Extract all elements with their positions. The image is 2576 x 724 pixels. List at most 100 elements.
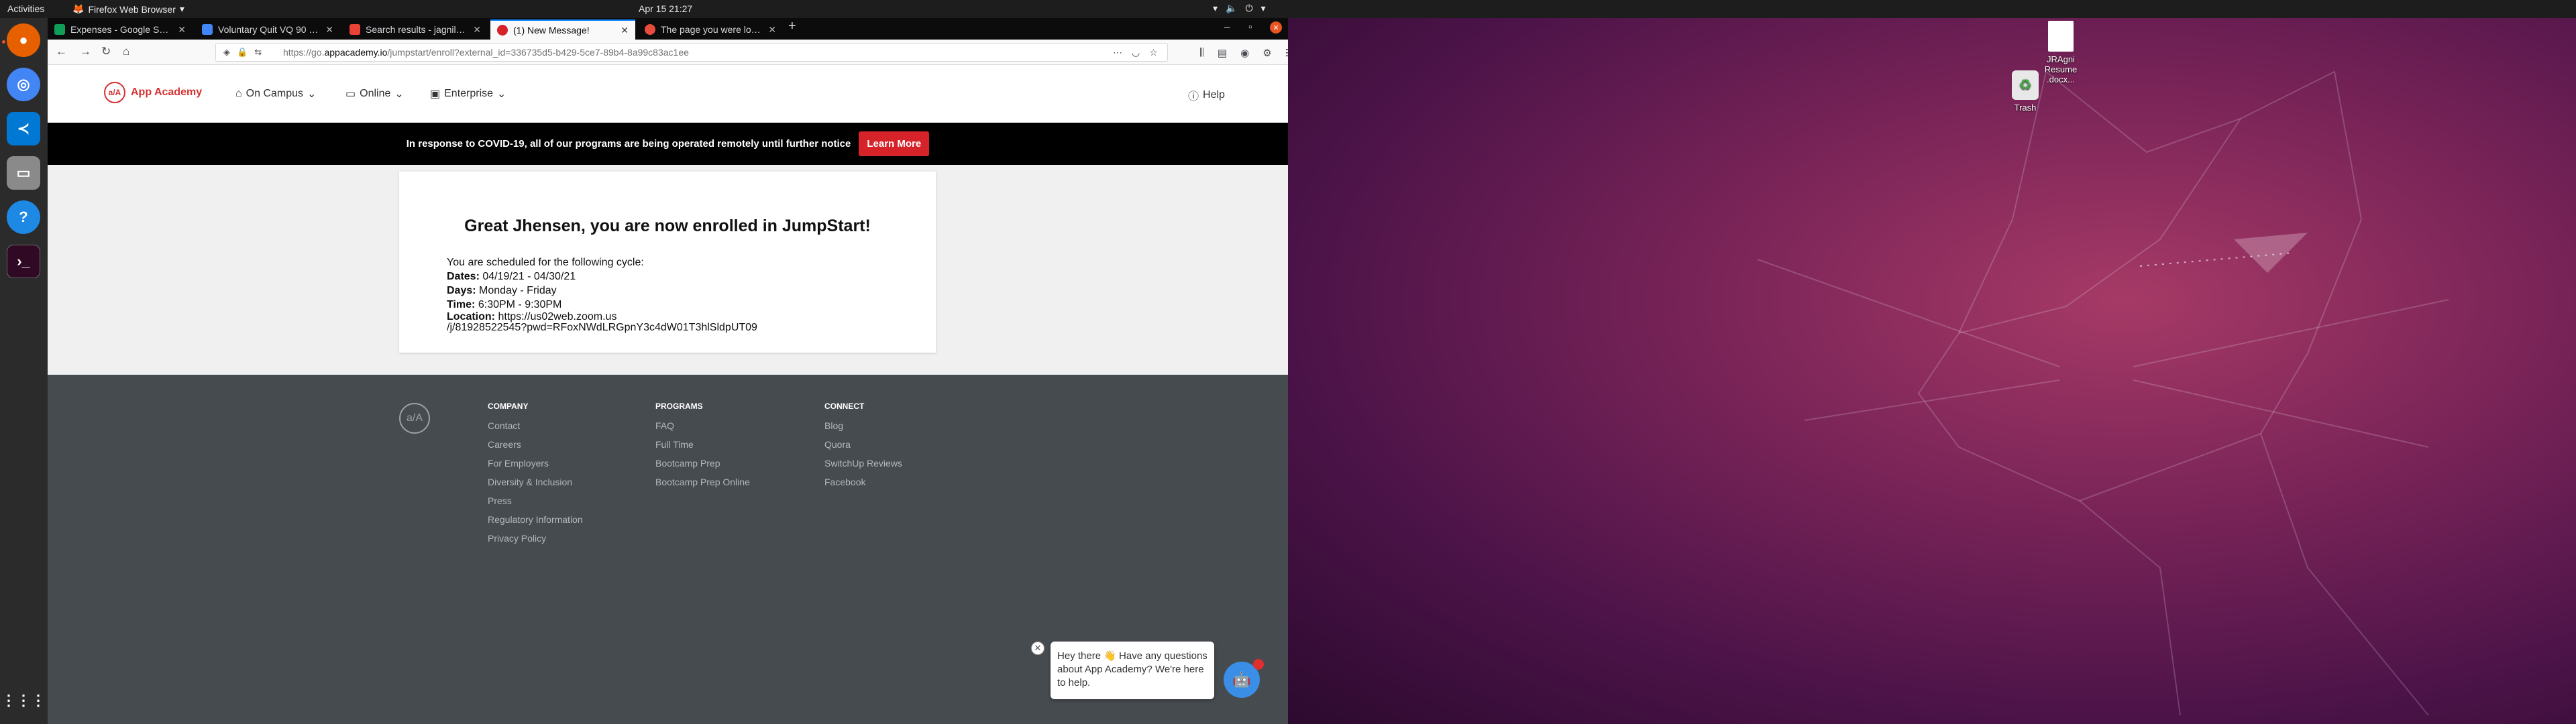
tab-title: (1) New Message! xyxy=(513,25,590,36)
pocket-icon[interactable]: ◡ xyxy=(1132,47,1140,58)
tab-expenses[interactable]: Expenses - Google Sheets ✕ xyxy=(48,19,193,40)
footer-link[interactable]: SwitchUp Reviews xyxy=(824,458,902,469)
active-indicator xyxy=(2,40,5,44)
cycle-details: You are scheduled for the following cycl… xyxy=(447,255,757,333)
tab-new-message[interactable]: (1) New Message! ✕ xyxy=(490,19,635,40)
activities-button[interactable]: Activities xyxy=(7,3,44,14)
footer-link[interactable]: Press xyxy=(488,495,583,506)
home-button[interactable]: ⌂ xyxy=(123,45,129,58)
footer-link[interactable]: Regulatory Information xyxy=(488,514,583,525)
footer-heading: CONNECT xyxy=(824,402,865,411)
tab-search-results[interactable]: Search results - jagnil007 ✕ xyxy=(343,19,488,40)
tab-title: The page you were looking xyxy=(661,24,763,35)
footer-link[interactable]: Full Time xyxy=(655,439,750,450)
tab-title: Expenses - Google Sheets xyxy=(70,24,173,35)
minimize-button[interactable]: – xyxy=(1224,21,1230,33)
nav-on-campus[interactable]: ⌂ On Campus ⌄ xyxy=(235,87,316,101)
footer-link[interactable]: For Employers xyxy=(488,458,583,469)
help-link[interactable]: ⓘ Help xyxy=(1188,87,1225,103)
footer-link[interactable]: Bootcamp Prep Online xyxy=(655,477,750,487)
sidebar-icon[interactable]: ▤ xyxy=(1218,47,1227,59)
toolbar-right: ⫼ ▤ ◉ ⚙ ☰ xyxy=(1199,47,1288,59)
footer-link[interactable]: Facebook xyxy=(824,477,902,487)
nav-enterprise[interactable]: ▣ Enterprise ⌄ xyxy=(430,87,506,101)
library-icon[interactable]: ⫼ xyxy=(1199,47,1204,59)
close-icon[interactable]: ✕ xyxy=(621,25,629,36)
extension-icon[interactable]: ⚙ xyxy=(1263,47,1271,59)
notification-badge xyxy=(1253,659,1264,670)
maximize-button[interactable]: ▫ xyxy=(1248,21,1252,33)
power-icon: ⏻ xyxy=(1245,3,1253,13)
close-icon[interactable]: ✕ xyxy=(325,24,333,36)
nav-bar: ← → ↻ ⌂ https://go. appacademy.io/jumpsta… xyxy=(48,40,1288,65)
vscode-icon[interactable]: ≺ xyxy=(7,112,40,145)
footer-link[interactable]: FAQ xyxy=(655,420,750,431)
footer-link[interactable]: Blog xyxy=(824,420,902,431)
gmail-icon xyxy=(350,24,360,35)
grid-icon[interactable]: ⋮⋮⋮ xyxy=(1,684,46,717)
footer-link[interactable]: Contact xyxy=(488,420,583,431)
tab-bar: Expenses - Google Sheets ✕ Voluntary Qui… xyxy=(48,18,1288,40)
app-menu-label: Firefox Web Browser xyxy=(88,3,176,15)
forward-button[interactable]: → xyxy=(80,45,91,58)
tab-title: Voluntary Quit VQ 90 - D xyxy=(218,24,321,35)
briefcase-icon: ▣ xyxy=(430,88,441,100)
docs-icon xyxy=(202,24,213,35)
help-icon[interactable]: ? xyxy=(7,200,40,234)
tab-voluntary-quit[interactable]: Voluntary Quit VQ 90 - D ✕ xyxy=(195,19,340,40)
close-window-button[interactable]: ✕ xyxy=(1270,21,1282,34)
top-bar: Activities 🦊 Firefox Web Browser ▾ Apr 1… xyxy=(0,0,2576,18)
help-label: Help xyxy=(1203,89,1225,101)
footer-link[interactable]: Privacy Policy xyxy=(488,533,583,544)
footer-programs: PROGRAMS FAQ Full Time Bootcamp Prep Boo… xyxy=(655,402,750,495)
firefox-icon[interactable]: ● xyxy=(7,23,40,57)
footer-link[interactable]: Diversity & Inclusion xyxy=(488,477,583,487)
lock-icon[interactable]: 🔒 xyxy=(237,47,248,58)
url-bar[interactable]: https://go. appacademy.io/jumpstart/enrol… xyxy=(215,43,1168,62)
shield-icon[interactable]: ◈ xyxy=(223,47,230,58)
bookmark-star-icon[interactable]: ☆ xyxy=(1149,47,1158,58)
files-icon[interactable]: ▭ xyxy=(7,156,40,190)
chat-message[interactable]: Hey there 👋 Have any questions about App… xyxy=(1051,642,1214,699)
reload-button[interactable]: ↻ xyxy=(101,45,111,58)
chat-close-button[interactable]: ✕ xyxy=(1031,642,1044,655)
nav-online[interactable]: ▭ Online ⌄ xyxy=(345,87,404,101)
days-value: Monday - Friday xyxy=(479,285,557,296)
logo-text: App Academy xyxy=(131,86,203,98)
learn-more-button[interactable]: Learn More xyxy=(859,131,930,156)
footer-link[interactable]: Quora xyxy=(824,439,902,450)
footer-connect: CONNECT Blog Quora SwitchUp Reviews Face… xyxy=(824,402,902,495)
url-path: /jumpstart/enroll?external_id=336735d5-b… xyxy=(387,47,689,58)
back-button[interactable]: ← xyxy=(56,45,67,58)
footer-link[interactable]: Bootcamp Prep xyxy=(655,458,750,469)
close-icon[interactable]: ✕ xyxy=(473,24,481,36)
new-tab-button[interactable]: + xyxy=(788,19,796,34)
sheets-icon xyxy=(54,24,65,35)
appacademy-icon xyxy=(497,25,508,36)
more-icon[interactable]: ⋯ xyxy=(1113,47,1122,58)
app-menu[interactable]: 🦊 Firefox Web Browser ▾ xyxy=(72,3,184,15)
close-icon[interactable]: ✕ xyxy=(768,24,776,36)
footer-link[interactable]: Careers xyxy=(488,439,583,450)
volume-icon: 🔈 xyxy=(1226,3,1238,13)
close-icon[interactable]: ✕ xyxy=(178,24,186,36)
chromium-icon[interactable]: ◎ xyxy=(7,68,40,101)
tab-page-not-found[interactable]: The page you were looking ✕ xyxy=(638,19,783,40)
location-link[interactable]: https://us02web.zoom.us xyxy=(498,311,616,322)
system-tray[interactable]: ▾ 🔈 ⏻ ▾ xyxy=(1213,3,1266,14)
desktop: JRAgni Resume .docx... ♻ Trash xyxy=(1288,18,2576,724)
terminal-icon[interactable]: ›_ xyxy=(7,245,40,278)
network-icon: ▾ xyxy=(1213,3,1218,13)
file-label: JRAgni xyxy=(2047,54,2075,64)
chevron-down-icon: ⌄ xyxy=(497,88,506,100)
site-logo[interactable]: a/A App Academy xyxy=(104,82,202,103)
days-label: Days: xyxy=(447,285,476,296)
footer-logo[interactable]: a/A xyxy=(399,403,430,434)
cycle-intro: You are scheduled for the following cycl… xyxy=(447,257,644,268)
location-link-cont[interactable]: /j/81928522545?pwd=RFoxNWdLRGpnY3c4dW01T… xyxy=(447,322,757,333)
permissions-icon[interactable]: ⇆ xyxy=(254,47,262,58)
trash[interactable]: ♻ Trash xyxy=(1995,70,2055,113)
covid-banner: In response to COVID-19, all of our prog… xyxy=(48,123,1288,165)
clock[interactable]: Apr 15 21:27 xyxy=(639,3,692,14)
account-icon[interactable]: ◉ xyxy=(1240,47,1249,59)
